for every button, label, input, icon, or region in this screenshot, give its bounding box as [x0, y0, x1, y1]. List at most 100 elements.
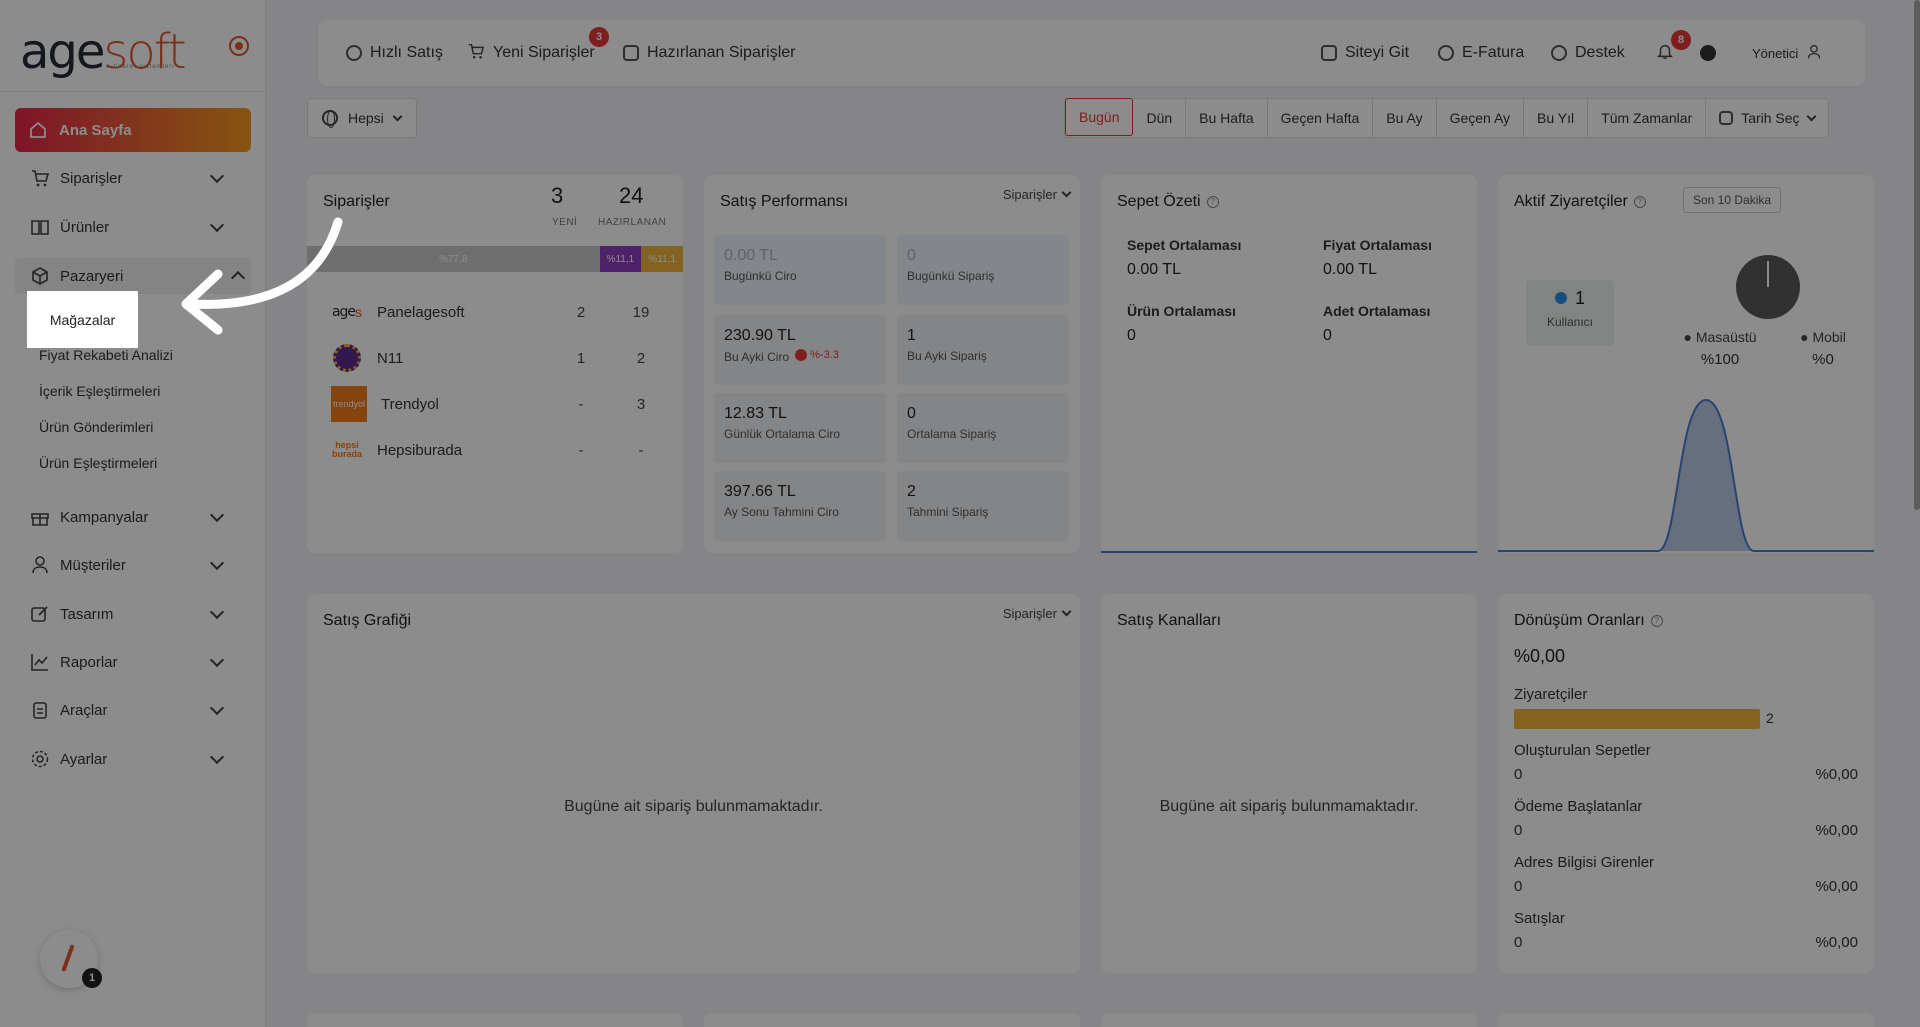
- card-title: Siparişler: [323, 193, 390, 210]
- submenu-product-matching[interactable]: Ürün Eşleştirmeleri: [39, 455, 157, 471]
- date-this-week-button[interactable]: Bu Hafta: [1186, 99, 1268, 137]
- sales-chart-card: Satış Grafiği Siparişler Bugüne ait sipa…: [307, 594, 1080, 973]
- chevron-down-icon: [209, 507, 225, 523]
- total-conversion: %0,00: [1514, 646, 1566, 666]
- card-placeholder: [1101, 1013, 1477, 1027]
- submenu-product-submissions[interactable]: Ürün Gönderimleri: [39, 419, 153, 435]
- sales-chart-metric-dropdown[interactable]: Siparişler: [1003, 606, 1072, 621]
- perf-label: Ortalama Sipariş: [907, 427, 997, 441]
- scope-dropdown[interactable]: Hepsi: [307, 98, 417, 138]
- avg-cart-label: Sepet Ortalaması: [1127, 237, 1242, 253]
- sidebar-item-customers[interactable]: Müşteriler: [30, 547, 230, 583]
- sidebar-item-orders[interactable]: Siparişler: [30, 160, 230, 196]
- feedback-count-badge: 1: [82, 968, 102, 988]
- sales-channels-card: Satış Kanalları Bugüne ait sipariş bulun…: [1101, 594, 1477, 973]
- channel-share-bar: %77,8 %11,1 %11,1: [307, 246, 683, 272]
- card-placeholder: [307, 1013, 683, 1027]
- store-row[interactable]: trendyol Trendyol - 3: [331, 384, 671, 424]
- sidebar-item-settings[interactable]: Ayarlar: [30, 741, 230, 777]
- scope-value: Hepsi: [348, 110, 384, 126]
- support-link[interactable]: Destek: [1551, 20, 1625, 86]
- chevron-down-icon: [1061, 606, 1072, 617]
- conversion-row-value: 0: [1514, 822, 1523, 839]
- n11-logo: [331, 342, 363, 374]
- logo[interactable]: age soft e-ticaret sistemleri: [20, 18, 187, 76]
- help-icon[interactable]: ?: [1206, 195, 1219, 208]
- notifications-button[interactable]: [1656, 20, 1674, 86]
- store-prepared-count: -: [638, 441, 644, 459]
- prepared-orders-link[interactable]: Hazırlanan Siparişler: [623, 20, 796, 86]
- date-yesterday-button[interactable]: Dün: [1133, 99, 1187, 137]
- cart-summary-card: Sepet Özeti? Sepet Ortalaması 0.00 TL Fi…: [1101, 175, 1477, 553]
- perf-label: Bu Ayki Ciro: [724, 350, 790, 364]
- perf-forecast-revenue: 397.66 TL Ay Sonu Tahmini Ciro: [714, 471, 886, 541]
- date-last-week-button[interactable]: Geçen Hafta: [1268, 99, 1374, 137]
- store-new-count: -: [578, 441, 584, 459]
- active-visitors-card: Aktif Ziyaretçiler? Son 10 Dakika 1 Kull…: [1498, 175, 1874, 553]
- date-this-year-button[interactable]: Bu Yıl: [1524, 99, 1589, 137]
- dropdown-value: Siparişler: [1002, 187, 1057, 202]
- book-icon: [30, 217, 50, 237]
- top-bar: Hızlı Satış Yeni Siparişler 3 Hazırlanan…: [318, 20, 1865, 86]
- mobile-label: Mobil: [1812, 329, 1846, 345]
- store-row[interactable]: N11 1 2: [331, 338, 671, 378]
- store-prepared-count: 2: [636, 349, 646, 367]
- quick-sale-link[interactable]: Hızlı Satış: [346, 20, 443, 86]
- submenu-stores[interactable]: Mağazalar: [27, 291, 138, 348]
- help-icon[interactable]: ?: [1650, 614, 1663, 627]
- perf-value: 12.83 TL: [724, 405, 787, 422]
- device-pie: [1736, 255, 1800, 319]
- einvoice-link[interactable]: E-Fatura: [1438, 20, 1524, 86]
- submenu-content-matching[interactable]: İçerik Eşleştirmeleri: [39, 383, 160, 399]
- feedback-button[interactable]: 1: [40, 930, 102, 988]
- sidebar-item-label: Kampanyalar: [60, 508, 149, 526]
- submenu-price-analysis[interactable]: Fiyat Rekabeti Analizi: [39, 347, 173, 363]
- prepared-orders-label: HAZIRLANAN: [598, 217, 667, 228]
- desktop-legend: ● Masaüstü: [1670, 329, 1770, 345]
- new-orders-link[interactable]: Yeni Siparişler: [467, 20, 595, 86]
- date-this-month-button[interactable]: Bu Ay: [1373, 99, 1437, 137]
- conversion-row-value: 0: [1514, 878, 1523, 895]
- sidebar-item-tools[interactable]: Araçlar: [30, 692, 230, 728]
- sidebar-item-design[interactable]: Tasarım: [30, 596, 230, 632]
- orders-card: Siparişler 3 YENİ 24 HAZIRLANAN %77,8 %1…: [307, 175, 683, 553]
- sidebar: age soft e-ticaret sistemleri Ana Sayfa S…: [0, 0, 266, 1027]
- desktop-label: Masaüstü: [1695, 329, 1757, 345]
- go-site-link[interactable]: Siteyi Git: [1321, 20, 1409, 86]
- gear-icon: [30, 749, 50, 769]
- store-row[interactable]: age s Panelagesoft 2 19: [331, 292, 671, 332]
- prepared-orders-count: 24: [619, 183, 644, 208]
- date-today-button[interactable]: Bugün: [1065, 98, 1134, 136]
- target-icon[interactable]: [229, 36, 249, 56]
- gift-icon: [30, 507, 50, 527]
- user-menu[interactable]: Yönetici: [1752, 20, 1822, 86]
- chevron-down-icon: [209, 700, 225, 716]
- perf-value: 0: [907, 405, 916, 422]
- time-range-badge: Son 10 Dakika: [1683, 187, 1782, 213]
- perf-metric-dropdown[interactable]: Siparişler: [1002, 187, 1072, 202]
- divider: [0, 91, 266, 92]
- conversion-row-label: Satışlar: [1514, 910, 1565, 927]
- box-icon: [30, 266, 50, 286]
- new-orders-count: 3: [551, 183, 564, 208]
- edit-icon: [30, 604, 50, 624]
- tutorial-arrow-icon: [181, 217, 343, 335]
- date-range-selector: Bugün Dün Bu Hafta Geçen Hafta Bu Ay Geç…: [1064, 98, 1829, 138]
- date-last-month-button[interactable]: Geçen Ay: [1437, 99, 1525, 137]
- card-title: Sepet Özeti: [1117, 193, 1201, 210]
- visitors-sparkline: [1498, 398, 1874, 552]
- date-pick-button[interactable]: Tarih Seç: [1706, 99, 1827, 137]
- page-scrollbar[interactable]: [1914, 0, 1920, 510]
- help-icon[interactable]: ?: [1633, 195, 1646, 208]
- date-all-time-button[interactable]: Tüm Zamanlar: [1588, 99, 1707, 137]
- new-orders-badge: 3: [589, 27, 609, 47]
- user-count-label: Kullanıcı: [1546, 315, 1594, 329]
- avg-product-label: Ürün Ortalaması: [1127, 303, 1236, 319]
- sidebar-item-label: Tasarım: [60, 605, 114, 623]
- store-row[interactable]: hepsi burada Hepsiburada - -: [331, 430, 671, 470]
- sidebar-item-reports[interactable]: Raporlar: [30, 644, 230, 680]
- info-button[interactable]: [1700, 20, 1716, 86]
- home-button[interactable]: Ana Sayfa: [15, 108, 251, 152]
- store-name: N11: [377, 349, 404, 367]
- sidebar-item-campaigns[interactable]: Kampanyalar: [30, 499, 230, 535]
